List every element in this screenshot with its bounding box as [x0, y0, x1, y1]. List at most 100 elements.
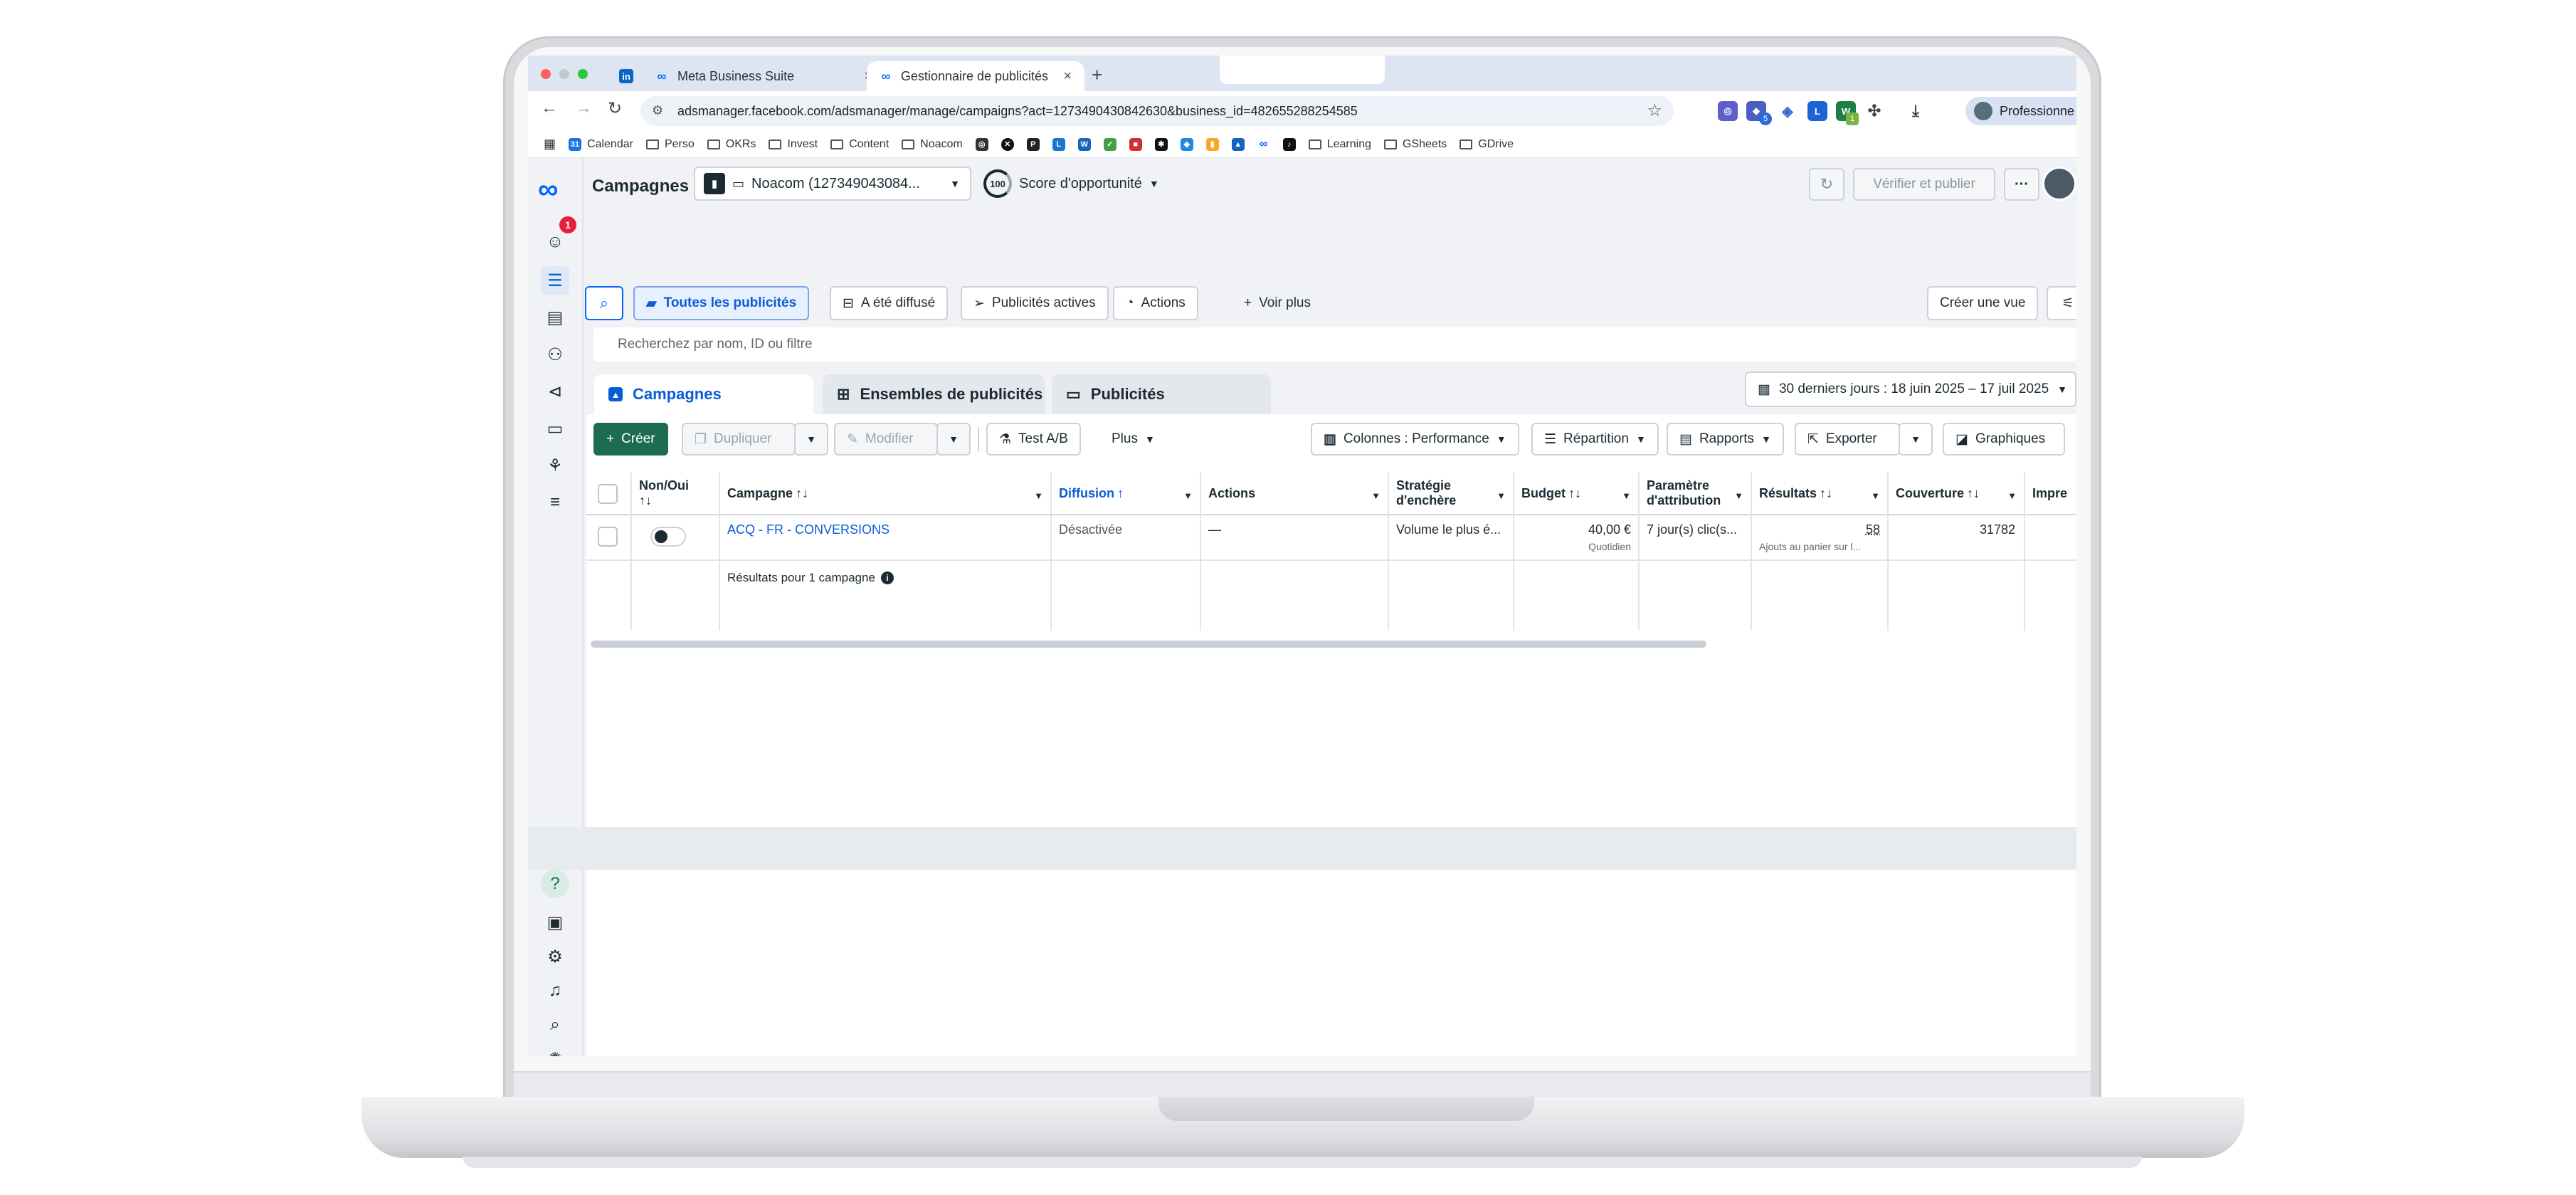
billing-card-icon[interactable]: ▭: [541, 414, 569, 443]
meta-logo-icon[interactable]: ∞: [538, 174, 559, 206]
actions-filter[interactable]: ◔ Actions: [1113, 286, 1198, 320]
duplicate-button[interactable]: ❐ Dupliquer: [682, 423, 796, 456]
columns-button[interactable]: ▥ Colonnes : Performance ▼: [1311, 423, 1519, 456]
bookmark-site-icon[interactable]: ∞: [1257, 138, 1270, 151]
bookmark-site-icon[interactable]: ♪: [1282, 137, 1296, 151]
settings-gear-icon[interactable]: ⚙: [541, 942, 569, 971]
bookmark-star-icon[interactable]: ☆: [1647, 100, 1662, 121]
header-campaign[interactable]: Campagne ↑↓ ▼: [719, 473, 1050, 515]
header-delivery[interactable]: Diffusion ↑ ▼: [1050, 473, 1200, 515]
date-range-picker[interactable]: ▦ 30 derniers jours : 18 juin 2025 – 17 …: [1745, 372, 2076, 407]
see-more-filters[interactable]: + Voir plus: [1232, 286, 1322, 320]
duplicate-dropdown[interactable]: ▼: [794, 423, 828, 456]
address-bar[interactable]: ⚙ adsmanager.facebook.com/adsmanager/man…: [640, 96, 1674, 126]
avatar[interactable]: [2042, 167, 2076, 201]
bookmark-site-icon[interactable]: ■: [1129, 137, 1142, 151]
search-input[interactable]: Recherchez par nom, ID ou filtre: [593, 327, 2076, 362]
tag-extension-icon[interactable]: ◈: [1778, 101, 1798, 121]
profile-button[interactable]: Professionne: [1965, 97, 2076, 125]
column-menu-icon[interactable]: ▼: [1034, 488, 1043, 503]
ads-manager-table-icon[interactable]: ☰: [541, 266, 569, 295]
column-menu-icon[interactable]: ▼: [1871, 488, 1880, 503]
notifications-bell-icon[interactable]: ♫: [541, 976, 569, 1005]
active-ads-filter[interactable]: ➢ Publicités actives: [961, 286, 1109, 320]
opportunity-score[interactable]: 100 Score d'opportunité ▼: [983, 167, 1159, 201]
export-button[interactable]: ⇱ Exporter: [1795, 423, 1900, 456]
charts-button[interactable]: ◪ Graphiques: [1943, 423, 2065, 456]
tab-meta-business-suite[interactable]: ∞ Meta Business Suite ×: [642, 61, 885, 91]
header-actions[interactable]: Actions ▼: [1200, 473, 1388, 515]
bookmark-perso[interactable]: Perso: [645, 138, 695, 151]
create-button[interactable]: + Créer: [593, 423, 668, 456]
more-actions-button[interactable]: Plus ▼: [1100, 423, 1166, 456]
breakdown-button[interactable]: ☰ Répartition ▼: [1531, 423, 1659, 456]
audiences-icon[interactable]: ⚇: [541, 340, 569, 369]
tab-adsets[interactable]: ⊞ Ensembles de publicités: [823, 374, 1045, 414]
all-ads-filter[interactable]: ▰ Toutes les publicités: [633, 286, 810, 320]
close-tab-icon[interactable]: ×: [1063, 68, 1072, 85]
bug-report-icon[interactable]: ✺: [541, 1045, 569, 1057]
verify-publish-button[interactable]: Vérifier et publier: [1853, 168, 1995, 201]
header-bid-strategy[interactable]: Stratégie d'enchère ▼: [1388, 473, 1513, 515]
extension-icon[interactable]: ◎: [1718, 101, 1738, 121]
bookmark-site-icon[interactable]: ◎: [975, 137, 988, 151]
bookmark-content[interactable]: Content: [830, 138, 889, 151]
edit-dropdown[interactable]: ▼: [936, 423, 971, 456]
download-icon[interactable]: ⤓: [1906, 101, 1926, 121]
create-view-button[interactable]: Créer une vue: [1927, 286, 2039, 320]
bookmark-okrs[interactable]: OKRs: [707, 138, 756, 151]
bookmark-site-icon[interactable]: P: [1026, 137, 1040, 151]
apps-grid-icon[interactable]: ▦: [544, 137, 556, 152]
bookmark-site-icon[interactable]: ✱: [1154, 137, 1168, 151]
bookmark-gsheets[interactable]: GSheets: [1384, 138, 1447, 151]
news-icon[interactable]: ▣: [541, 908, 569, 937]
tab-linkedin[interactable]: in: [606, 61, 646, 91]
horizontal-scrollbar[interactable]: [591, 641, 1706, 648]
minimize-window-dot[interactable]: [559, 69, 569, 79]
bookmark-site-icon[interactable]: W: [1077, 137, 1091, 151]
search-toggle-button[interactable]: ⌕: [585, 286, 623, 320]
tab-ads-manager[interactable]: ∞ Gestionnaire de publicités - G ×: [867, 61, 1084, 91]
header-results[interactable]: Résultats ↑↓ ▼: [1751, 473, 1887, 515]
bookmark-site-icon[interactable]: ✓: [1103, 137, 1117, 151]
pages-icon[interactable]: ▤: [541, 303, 569, 332]
new-tab-button[interactable]: +: [1092, 64, 1102, 86]
back-arrow-icon[interactable]: ←: [541, 98, 558, 118]
column-menu-icon[interactable]: ▼: [1734, 488, 1743, 503]
column-menu-icon[interactable]: ▼: [1496, 488, 1506, 503]
info-icon[interactable]: i: [880, 572, 894, 584]
bookmark-noacom[interactable]: Noacom: [902, 138, 963, 151]
search-icon[interactable]: ⌕: [541, 1011, 569, 1039]
campaign-megaphone-icon[interactable]: ⊲: [541, 377, 569, 406]
bookmark-site-icon[interactable]: ◆: [1180, 137, 1193, 151]
tab-campaigns[interactable]: ▲ Campagnes: [594, 374, 813, 414]
more-options-button[interactable]: ···: [2004, 168, 2039, 201]
close-window-dot[interactable]: [541, 69, 551, 79]
row-checkbox[interactable]: [598, 527, 618, 547]
table-row[interactable]: ACQ - FR - CONVERSIONS Désactivée — Volu…: [586, 517, 2076, 559]
puzzle-icon[interactable]: ✣: [1864, 101, 1884, 121]
bookmark-site-icon[interactable]: ▮: [1205, 137, 1219, 151]
bookmark-site-icon[interactable]: L: [1052, 137, 1065, 151]
header-attribution[interactable]: Paramètre d'attribution ▼: [1638, 473, 1751, 515]
header-reach[interactable]: Couverture ↑↓ ▼: [1887, 473, 2024, 515]
bookmark-site-icon[interactable]: ▲: [1231, 137, 1245, 151]
campaign-name-link[interactable]: ACQ - FR - CONVERSIONS: [727, 522, 890, 537]
header-impressions[interactable]: Impre: [2024, 473, 2076, 515]
forward-arrow-icon[interactable]: →: [575, 98, 592, 118]
column-menu-icon[interactable]: ▼: [1183, 488, 1193, 503]
export-dropdown[interactable]: ▼: [1899, 423, 1933, 456]
refresh-icon[interactable]: ↻: [1809, 168, 1844, 201]
help-icon[interactable]: ?: [541, 870, 569, 898]
header-onoff[interactable]: Non/Oui ↑↓: [630, 473, 719, 515]
column-menu-icon[interactable]: ▼: [1371, 488, 1381, 503]
edit-button[interactable]: ✎ Modifier: [834, 423, 938, 456]
extension-icon[interactable]: L: [1807, 101, 1827, 121]
campaign-onoff-toggle[interactable]: [650, 527, 686, 547]
site-settings-icon[interactable]: ⚙: [652, 103, 663, 118]
select-all-checkbox[interactable]: [598, 484, 618, 504]
bookmark-calendar[interactable]: 31 Calendar: [569, 137, 633, 151]
maximize-window-dot[interactable]: [578, 69, 588, 79]
view-settings-icon[interactable]: ⚟: [2047, 286, 2076, 320]
all-tools-menu-icon[interactable]: ≡: [541, 488, 569, 517]
